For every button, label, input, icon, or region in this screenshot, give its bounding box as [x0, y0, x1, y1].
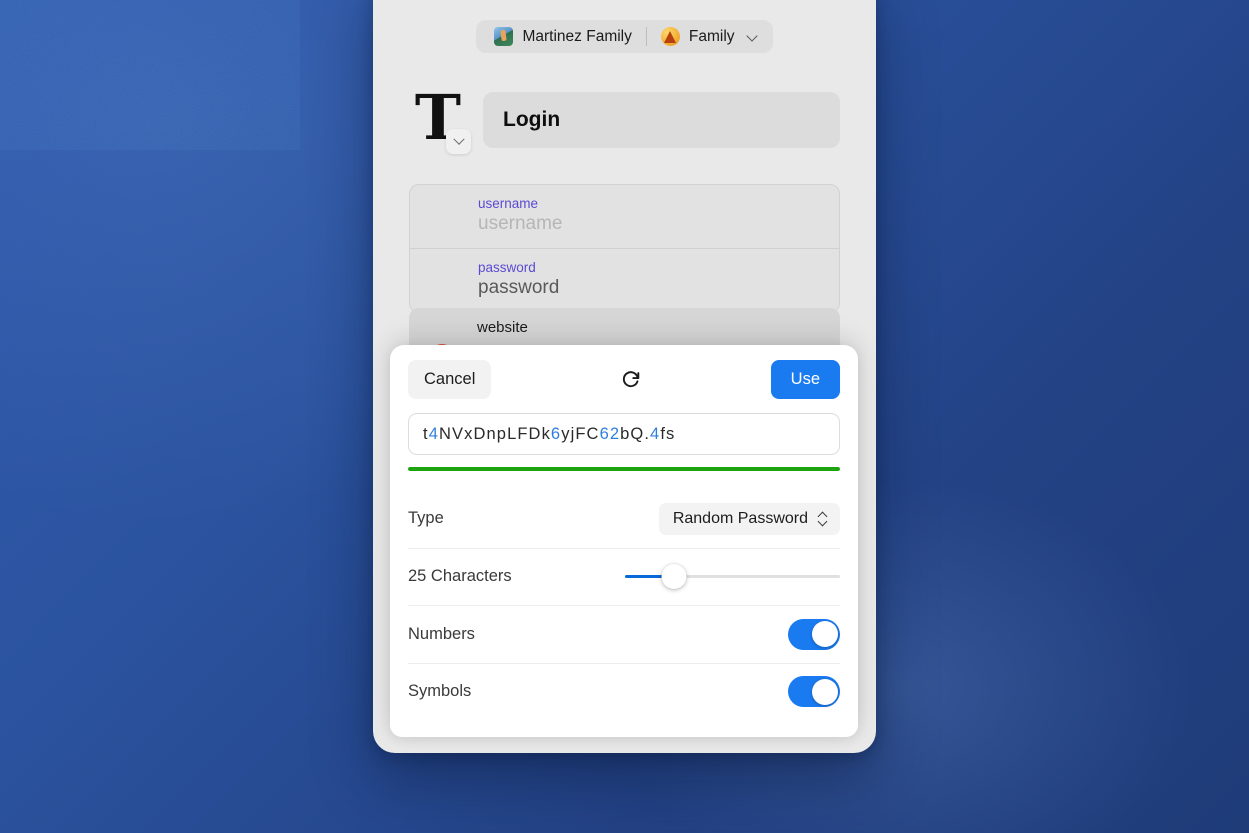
vault-chip[interactable]: Family [657, 27, 739, 46]
type-select[interactable]: Random Password [658, 502, 840, 535]
type-label: Type [408, 509, 444, 528]
account-switcher[interactable]: Martinez Family Family [476, 20, 773, 53]
website-label: website [477, 319, 528, 336]
type-select-value: Random Password [672, 509, 808, 527]
nyt-logo: T [409, 87, 471, 154]
toggle-knob [811, 678, 838, 705]
password-strength-fill [408, 467, 840, 471]
item-header: T Login [409, 87, 840, 154]
numbers-toggle[interactable] [788, 618, 840, 650]
symbols-label: Symbols [408, 682, 472, 701]
chevron-down-icon[interactable] [446, 129, 471, 154]
password-row[interactable]: password password [410, 248, 839, 312]
refresh-button[interactable] [491, 368, 770, 390]
length-row: 25 Characters [408, 547, 840, 606]
profile-name: Martinez Family [522, 27, 632, 45]
length-label: 25 Characters [408, 567, 512, 586]
chevron-down-icon[interactable] [748, 31, 759, 42]
toggle-knob [811, 621, 838, 648]
desktop-noise-texture [0, 0, 300, 150]
page-title: Login [483, 92, 840, 148]
vault-name: Family [688, 27, 735, 45]
slider-knob[interactable] [661, 564, 687, 590]
password-generator-sheet: Cancel Use t4NVxDnpLFDk6yjFC62bQ.4fs Typ… [390, 345, 858, 737]
username-label: username [478, 196, 539, 211]
desktop-background: Martinez Family Family T Login username [0, 0, 1249, 833]
cancel-button[interactable]: Cancel [408, 359, 492, 399]
tent-emoji-icon [660, 27, 680, 46]
profile-chip[interactable]: Martinez Family [490, 27, 635, 46]
password-label: password [478, 260, 536, 275]
chip-divider [645, 27, 647, 46]
symbols-row: Symbols [408, 662, 840, 721]
numbers-row: Numbers [408, 605, 840, 663]
refresh-icon [622, 371, 640, 388]
sheet-toolbar: Cancel Use [390, 345, 858, 413]
use-button[interactable]: Use [770, 359, 840, 399]
person-hiking-emoji-icon [494, 27, 514, 46]
length-slider[interactable] [625, 564, 840, 590]
generated-password-field[interactable]: t4NVxDnpLFDk6yjFC62bQ.4fs [408, 413, 840, 455]
password-strength-bar [408, 467, 840, 471]
numbers-label: Numbers [408, 624, 475, 643]
type-row: Type Random Password [408, 490, 840, 548]
stepper-updown-icon[interactable] [818, 510, 829, 527]
credentials-card: username username password password [409, 184, 840, 313]
password-manager-window: Martinez Family Family T Login username [373, 0, 876, 753]
password-value: password [478, 277, 560, 298]
account-bar: Martinez Family Family [373, 20, 876, 53]
symbols-toggle[interactable] [788, 676, 840, 708]
username-value: username [478, 213, 563, 234]
username-row[interactable]: username username [410, 185, 839, 248]
